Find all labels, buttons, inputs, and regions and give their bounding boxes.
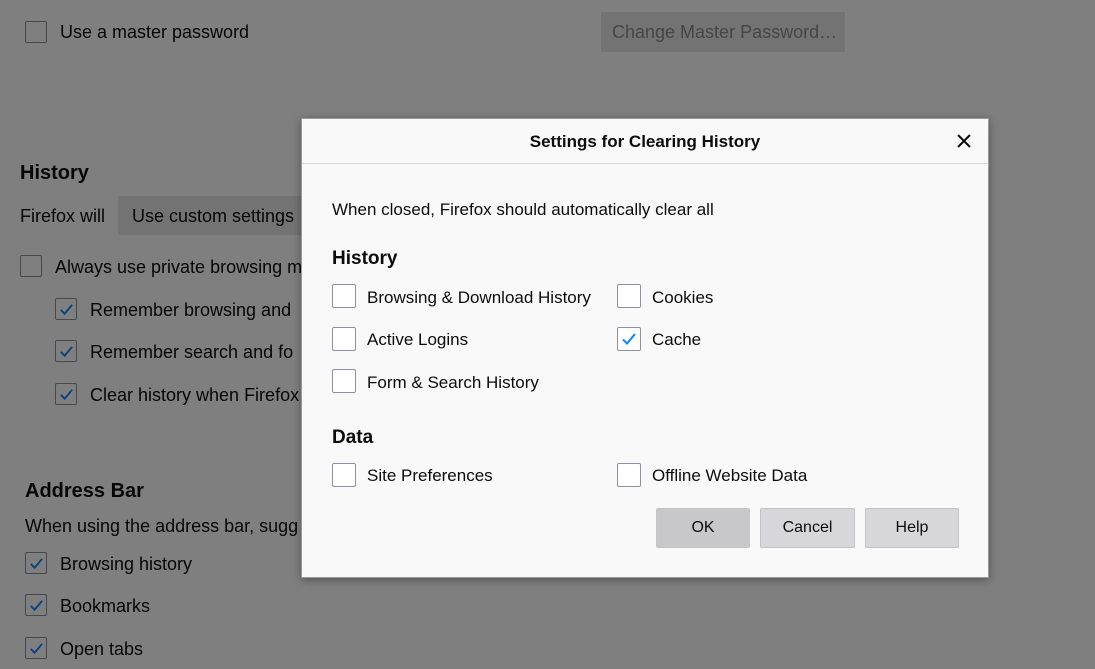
cache-checkbox[interactable]: [617, 327, 641, 351]
close-button[interactable]: [950, 127, 978, 155]
cookies-checkbox[interactable]: [617, 284, 641, 308]
check-icon: [622, 333, 636, 345]
cache-label: Cache: [652, 330, 702, 349]
data-section-heading: Data: [332, 427, 374, 448]
browsing-download-history-checkbox[interactable]: [332, 284, 356, 308]
site-preferences-checkbox[interactable]: [332, 463, 356, 487]
cookies-label: Cookies: [652, 288, 714, 307]
form-search-history-label: Form & Search History: [367, 373, 539, 392]
dialog-intro: When closed, Firefox should automaticall…: [332, 200, 714, 219]
help-button[interactable]: Help: [865, 508, 959, 548]
active-logins-label: Active Logins: [367, 330, 469, 349]
active-logins-checkbox[interactable]: [332, 327, 356, 351]
dialog-header: Settings for Clearing History: [302, 119, 988, 164]
site-preferences-label: Site Preferences: [367, 466, 493, 485]
form-search-history-checkbox[interactable]: [332, 369, 356, 393]
dialog-title: Settings for Clearing History: [529, 132, 761, 151]
clear-history-settings-dialog: Settings for Clearing History When close…: [301, 118, 989, 578]
offline-website-data-label: Offline Website Data: [652, 466, 808, 485]
ok-button[interactable]: OK: [656, 508, 750, 548]
cancel-button[interactable]: Cancel: [760, 508, 855, 548]
offline-website-data-checkbox[interactable]: [617, 463, 641, 487]
history-section-heading: History: [332, 248, 398, 269]
close-icon: [957, 134, 971, 148]
browsing-download-history-label: Browsing & Download History: [367, 288, 591, 307]
